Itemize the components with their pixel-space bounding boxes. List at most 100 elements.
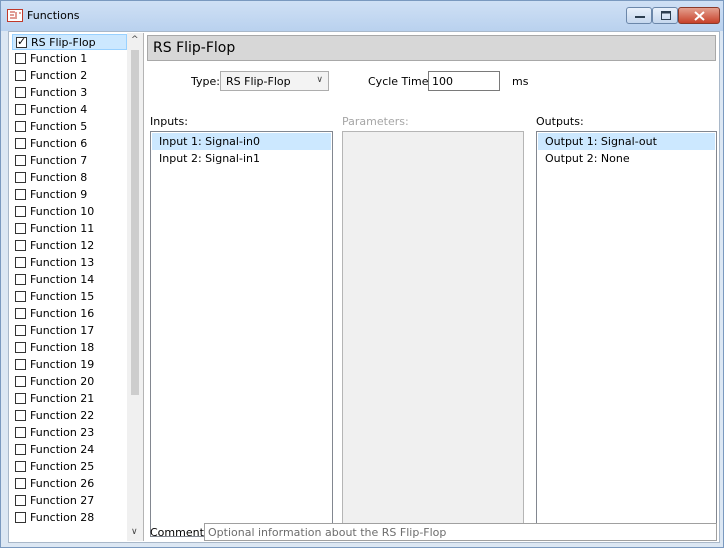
checkbox[interactable]	[15, 189, 26, 200]
sidebar-item[interactable]: Function 26	[12, 476, 127, 492]
checkbox[interactable]	[15, 308, 26, 319]
sidebar-item[interactable]: Function 2	[12, 68, 127, 84]
cycle-time-unit: ms	[512, 75, 529, 88]
sidebar-item-label: Function 6	[30, 137, 88, 150]
sidebar-item-label: Function 18	[30, 341, 95, 354]
parameters-list	[342, 131, 524, 537]
scroll-thumb[interactable]	[131, 50, 139, 395]
list-scrollbar[interactable]: ^ ∨	[127, 33, 143, 541]
checkbox[interactable]	[15, 87, 26, 98]
sidebar-item-label: Function 19	[30, 358, 95, 371]
checkbox[interactable]	[15, 495, 26, 506]
sidebar-item-label: Function 11	[30, 222, 95, 235]
inputs-list[interactable]: Input 1: Signal-in0 Input 2: Signal-in1	[150, 131, 333, 537]
checkbox[interactable]	[15, 138, 26, 149]
sidebar-item[interactable]: Function 27	[12, 493, 127, 509]
sidebar-item-label: Function 25	[30, 460, 95, 473]
title-bar[interactable]: Functions	[1, 1, 723, 31]
sidebar-item-label: Function 20	[30, 375, 95, 388]
checkbox[interactable]	[15, 206, 26, 217]
checkbox[interactable]	[15, 240, 26, 251]
sidebar-item[interactable]: Function 23	[12, 425, 127, 441]
comment-label: Comment:	[150, 526, 208, 539]
checkbox[interactable]	[15, 104, 26, 115]
type-value: RS Flip-Flop	[226, 75, 291, 88]
sidebar-item[interactable]: Function 28	[12, 510, 127, 526]
sidebar-item[interactable]: Function 3	[12, 85, 127, 101]
sidebar-item[interactable]: Function 24	[12, 442, 127, 458]
outputs-list[interactable]: Output 1: Signal-out Output 2: None	[536, 131, 717, 537]
list-item[interactable]: Output 1: Signal-out	[538, 133, 715, 150]
sidebar-item[interactable]: Function 22	[12, 408, 127, 424]
scroll-down-arrow[interactable]: ∨	[131, 527, 138, 537]
maximize-button[interactable]	[652, 7, 678, 24]
sidebar-item[interactable]: Function 13	[12, 255, 127, 271]
function-list[interactable]: RS Flip-Flop Function 1 Function 2 Function…	[10, 33, 144, 541]
checkbox[interactable]	[15, 291, 26, 302]
checkbox[interactable]	[15, 427, 26, 438]
sidebar-item[interactable]: Function 10	[12, 204, 127, 220]
checkbox[interactable]	[15, 359, 26, 370]
checkbox[interactable]	[15, 121, 26, 132]
checkbox[interactable]	[15, 342, 26, 353]
sidebar-item-label: Function 3	[30, 86, 88, 99]
sidebar-item[interactable]: Function 1	[12, 51, 127, 67]
window-title: Functions	[27, 9, 80, 22]
scroll-up-arrow[interactable]: ^	[131, 35, 139, 45]
sidebar-item[interactable]: Function 25	[12, 459, 127, 475]
sidebar-item[interactable]: Function 12	[12, 238, 127, 254]
sidebar-item[interactable]: Function 15	[12, 289, 127, 305]
checkbox[interactable]	[15, 257, 26, 268]
sidebar-item-label: Function 2	[30, 69, 88, 82]
comment-input[interactable]: Optional information about the RS Flip-F…	[204, 523, 717, 541]
sidebar-item[interactable]: Function 14	[12, 272, 127, 288]
sidebar-item[interactable]: Function 18	[12, 340, 127, 356]
checkbox[interactable]	[15, 155, 26, 166]
sidebar-item[interactable]: Function 21	[12, 391, 127, 407]
sidebar-item[interactable]: Function 4	[12, 102, 127, 118]
type-combobox[interactable]: RS Flip-Flop ∨	[220, 71, 329, 91]
checkbox[interactable]	[15, 53, 26, 64]
list-item[interactable]: Output 2: None	[538, 150, 715, 167]
sidebar-item[interactable]: Function 19	[12, 357, 127, 373]
checkbox[interactable]	[16, 35, 27, 48]
checkbox[interactable]	[15, 393, 26, 404]
sidebar-item[interactable]: Function 9	[12, 187, 127, 203]
checkbox[interactable]	[15, 325, 26, 336]
close-button[interactable]	[678, 7, 720, 24]
sidebar-item-label: RS Flip-Flop	[31, 36, 96, 49]
sidebar-item-label: Function 16	[30, 307, 95, 320]
checkbox[interactable]	[15, 461, 26, 472]
sidebar-item[interactable]: Function 11	[12, 221, 127, 237]
checkbox[interactable]	[15, 376, 26, 387]
sidebar-item[interactable]: Function 17	[12, 323, 127, 339]
sidebar-item-label: Function 7	[30, 154, 88, 167]
maximize-icon	[661, 11, 671, 20]
sidebar-item-label: Function 22	[30, 409, 95, 422]
checkbox[interactable]	[15, 70, 26, 81]
minimize-button[interactable]	[626, 7, 652, 24]
sidebar-item-label: Function 15	[30, 290, 95, 303]
cycle-time-input[interactable]: 100	[428, 71, 500, 91]
sidebar-item[interactable]: RS Flip-Flop	[12, 34, 127, 50]
sidebar-item[interactable]: Function 16	[12, 306, 127, 322]
sidebar-item[interactable]: Function 5	[12, 119, 127, 135]
sidebar-item[interactable]: Function 6	[12, 136, 127, 152]
sidebar-item-label: Function 5	[30, 120, 88, 133]
checkbox[interactable]	[15, 172, 26, 183]
checkbox[interactable]	[15, 478, 26, 489]
sidebar-item-label: Function 21	[30, 392, 95, 405]
sidebar-item[interactable]: Function 20	[12, 374, 127, 390]
checkbox[interactable]	[15, 274, 26, 285]
sidebar-item[interactable]: Function 7	[12, 153, 127, 169]
checkbox[interactable]	[15, 444, 26, 455]
checkbox[interactable]	[15, 410, 26, 421]
minimize-icon	[635, 16, 645, 18]
list-item[interactable]: Input 1: Signal-in0	[152, 133, 331, 150]
checkbox[interactable]	[15, 223, 26, 234]
chevron-down-icon: ∨	[316, 75, 323, 85]
sidebar-item[interactable]: Function 8	[12, 170, 127, 186]
parameters-label: Parameters:	[342, 115, 409, 128]
list-item[interactable]: Input 2: Signal-in1	[152, 150, 331, 167]
checkbox[interactable]	[15, 512, 26, 523]
